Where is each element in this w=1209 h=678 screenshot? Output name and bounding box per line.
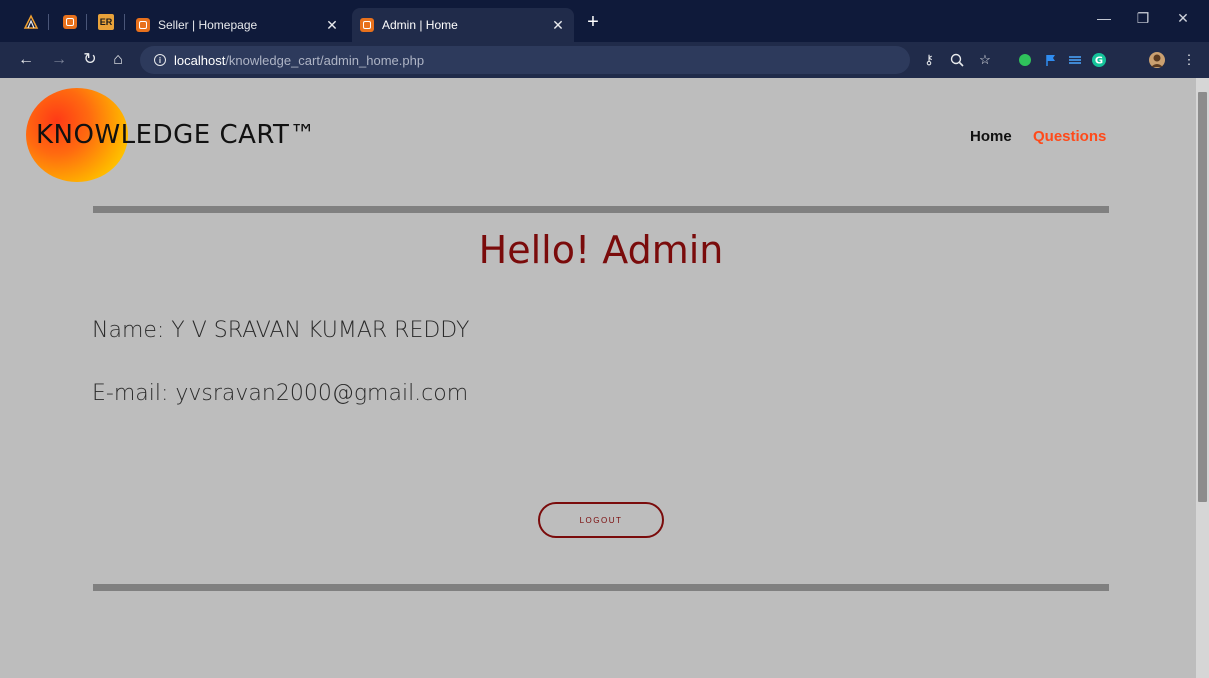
tab-separator (124, 14, 125, 30)
tab-separator (48, 14, 49, 30)
grammarly-icon[interactable]: G (1090, 51, 1108, 69)
flag-icon[interactable] (1042, 51, 1060, 69)
profile-avatar-icon[interactable] (1148, 51, 1166, 69)
er-icon: ER (98, 14, 114, 30)
pinned-tab-hp[interactable] (20, 12, 42, 32)
menu-dots-icon[interactable]: ⋮ (1180, 51, 1198, 69)
close-icon[interactable]: ✕ (324, 17, 340, 34)
logout-button[interactable]: LOGOUT (538, 502, 664, 538)
tab-strip: ER Seller | Homepage ✕ Admin | Home ✕ + … (0, 0, 1209, 42)
scrollbar-thumb[interactable] (1198, 92, 1207, 502)
close-window-icon[interactable]: ✕ (1173, 10, 1193, 27)
address-bar[interactable]: i localhost/knowledge_cart/admin_home.ph… (140, 46, 910, 74)
key-icon[interactable]: ⚷ (920, 51, 938, 69)
xampp-icon (63, 15, 77, 29)
minimize-icon[interactable]: — (1094, 10, 1114, 26)
reload-icon[interactable]: ↻ (80, 50, 100, 70)
browser-toolbar: ← → ↻ ⌂ i localhost/knowledge_cart/admin… (0, 42, 1209, 78)
tab-title: Admin | Home (382, 18, 458, 32)
admin-name: Name: Y V SRAVAN KUMAR REDDY (92, 318, 470, 343)
info-icon[interactable]: i (154, 54, 166, 66)
tab-separator (86, 14, 87, 30)
hp-icon (23, 14, 39, 29)
zoom-icon[interactable] (948, 51, 966, 69)
extension-lines-icon[interactable] (1066, 51, 1084, 69)
admin-email: E-mail: yvsravan2000@gmail.com (92, 381, 469, 406)
page-content: KNOWLEDGE CART™ Home Questions Hello! Ad… (6, 78, 1196, 678)
restore-icon[interactable]: ❐ (1133, 10, 1153, 27)
top-divider (93, 206, 1109, 213)
url-path: /knowledge_cart/admin_home.php (225, 52, 425, 68)
new-tab-button[interactable]: + (583, 12, 603, 32)
close-icon[interactable]: ✕ (550, 17, 566, 34)
pinned-tab-er[interactable]: ER (95, 12, 117, 32)
pinned-tab-xampp[interactable] (59, 12, 81, 32)
site-logo[interactable]: KNOWLEDGE CART™ (36, 120, 316, 150)
back-icon[interactable]: ← (16, 50, 36, 70)
url-host: localhost (174, 52, 226, 68)
extension-green-icon[interactable] (1016, 51, 1034, 69)
svg-text:G: G (1095, 56, 1103, 67)
bottom-divider (93, 584, 1109, 591)
bookmark-star-icon[interactable]: ☆ (976, 51, 994, 69)
xampp-icon (136, 18, 150, 32)
tab-title: Seller | Homepage (158, 18, 258, 32)
tab-seller-homepage[interactable]: Seller | Homepage ✕ (128, 8, 348, 42)
nav-questions-link[interactable]: Questions (1033, 128, 1106, 145)
forward-icon[interactable]: → (49, 50, 69, 70)
nav-home-link[interactable]: Home (970, 128, 1012, 145)
tab-admin-home[interactable]: Admin | Home ✕ (352, 8, 574, 42)
xampp-icon (360, 18, 374, 32)
page-title: Hello! Admin (478, 228, 724, 272)
home-icon[interactable]: ⌂ (108, 50, 128, 70)
